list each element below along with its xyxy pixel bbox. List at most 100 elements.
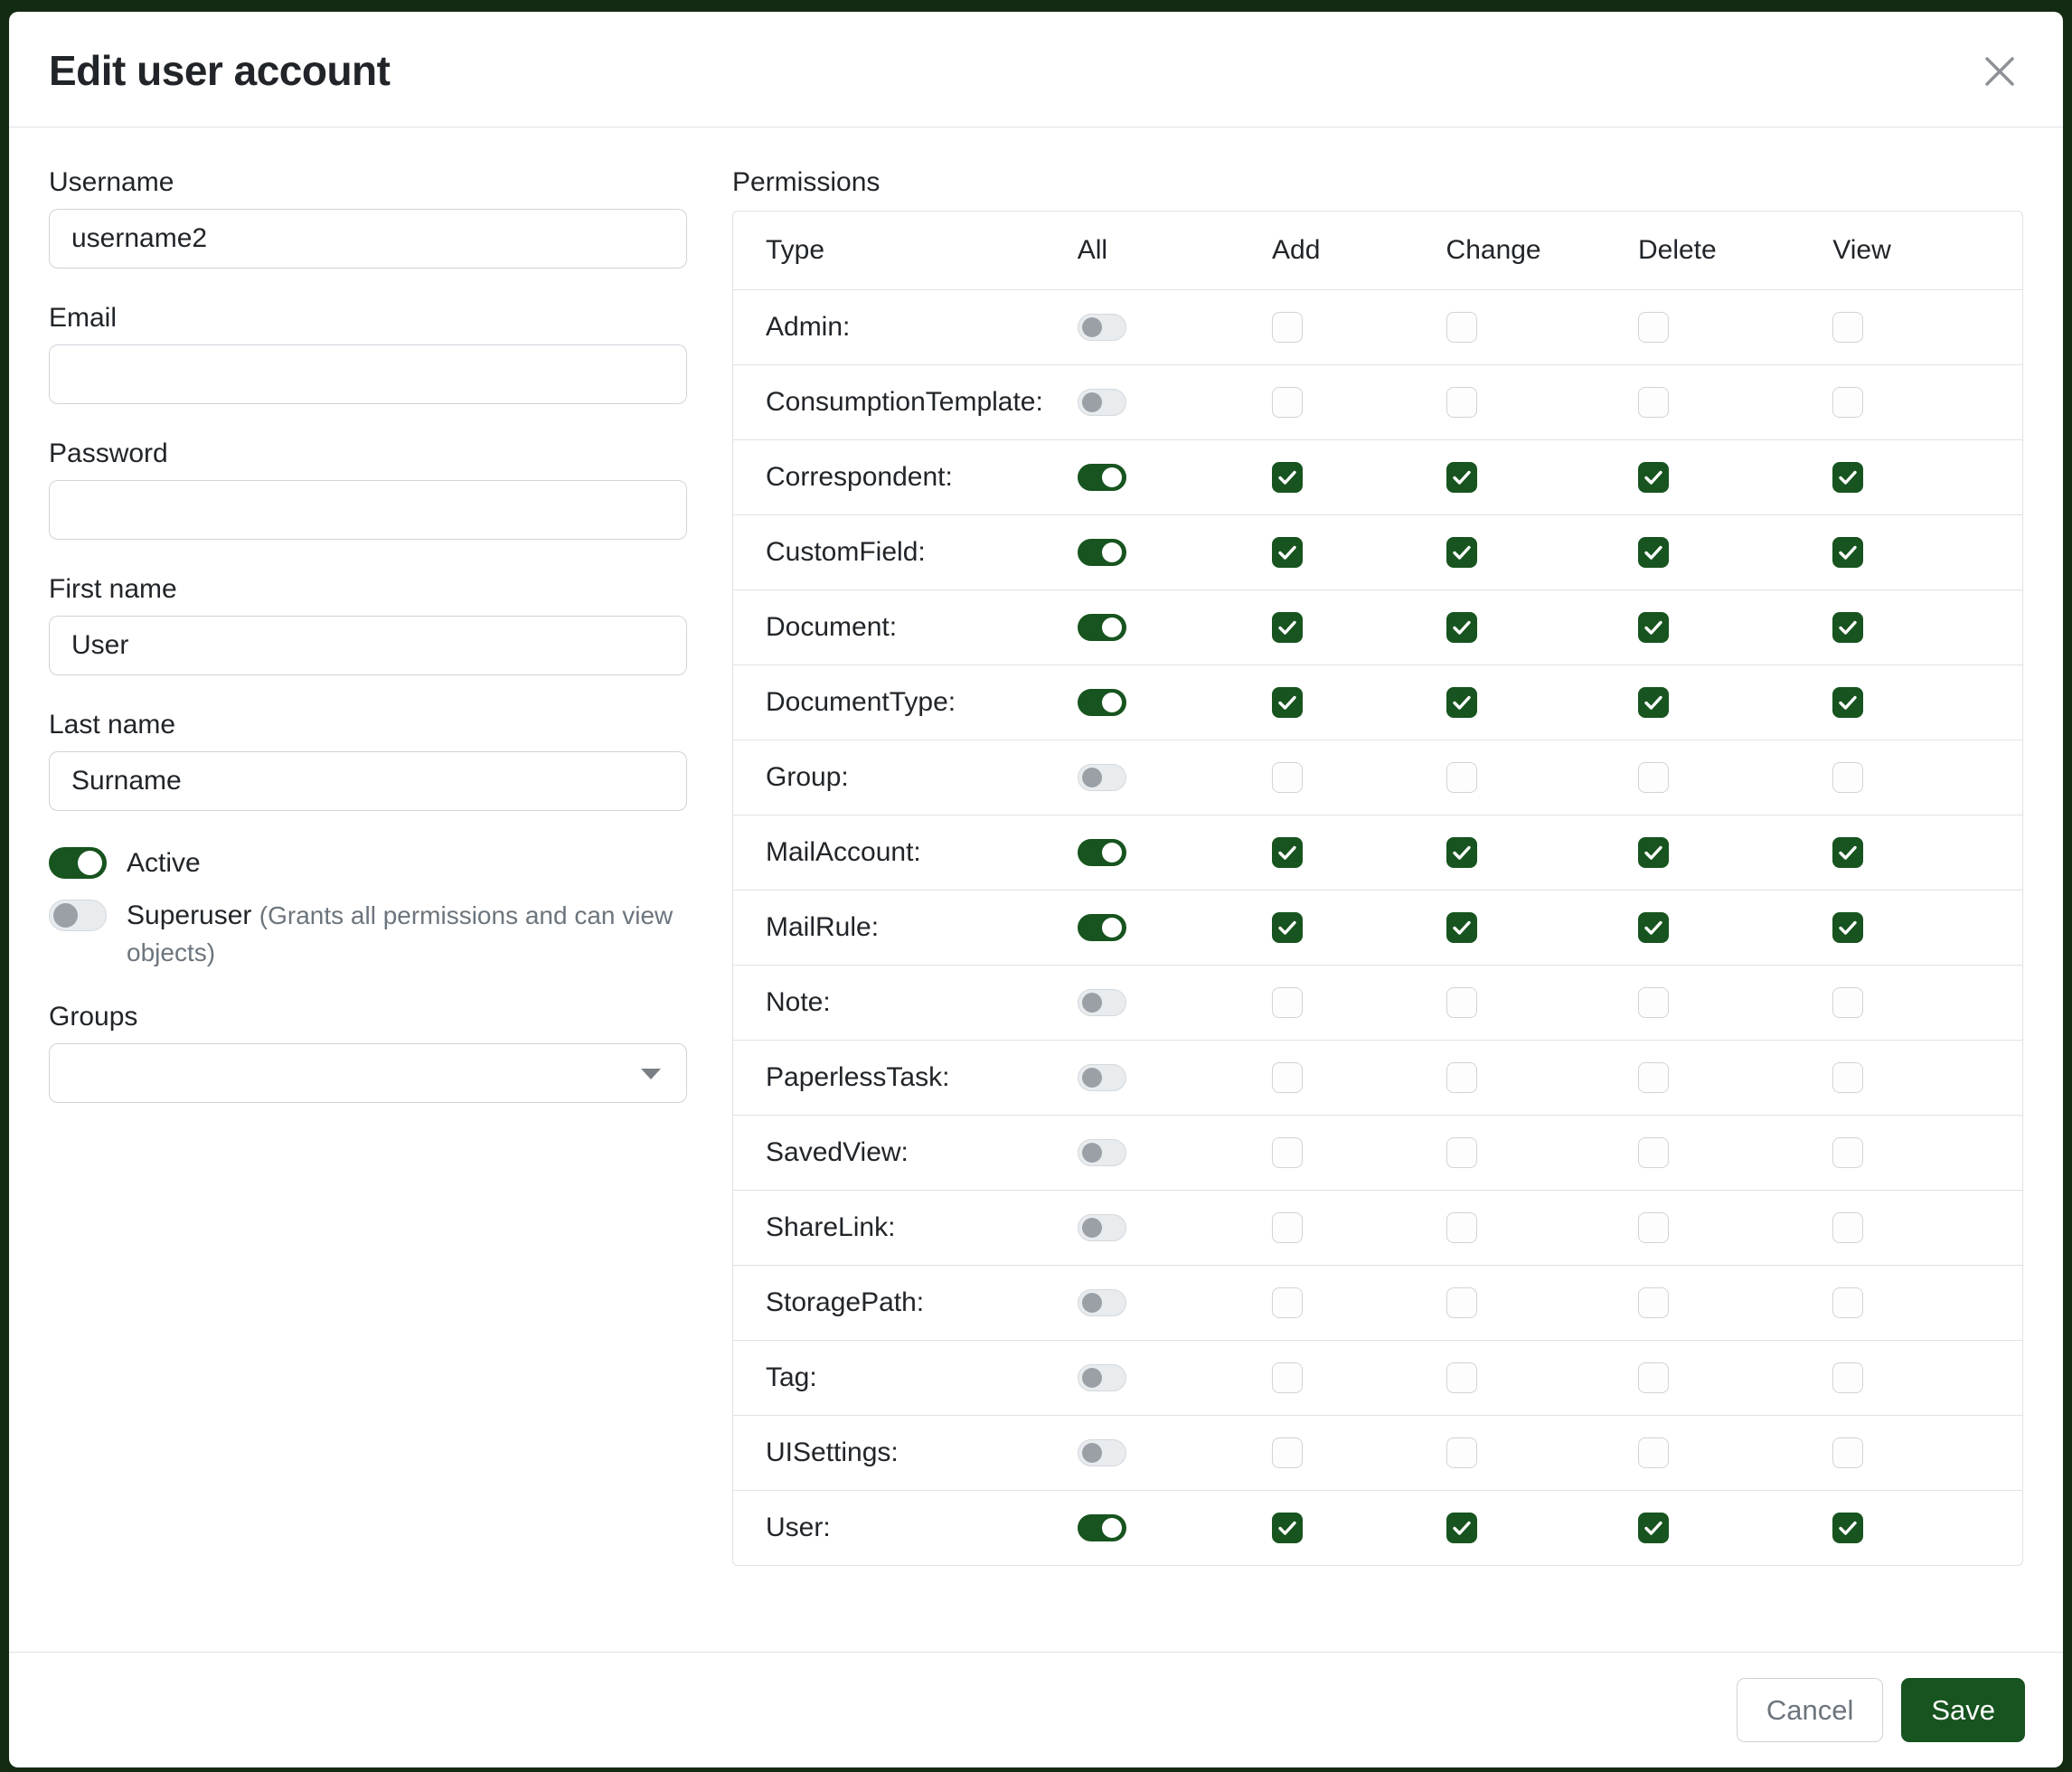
password-input[interactable]	[49, 480, 687, 540]
permission-change-checkbox[interactable]	[1446, 1287, 1477, 1318]
permission-view-checkbox[interactable]	[1832, 612, 1863, 643]
superuser-toggle[interactable]	[49, 900, 107, 931]
permission-delete-checkbox[interactable]	[1638, 1513, 1669, 1543]
permission-change-checkbox[interactable]	[1446, 1137, 1477, 1168]
permission-delete-checkbox[interactable]	[1638, 987, 1669, 1018]
permission-add-checkbox[interactable]	[1272, 1212, 1303, 1243]
permission-all-toggle[interactable]	[1078, 314, 1126, 341]
permission-delete-checkbox[interactable]	[1638, 1287, 1669, 1318]
permission-add-checkbox[interactable]	[1272, 1513, 1303, 1543]
permission-view-checkbox[interactable]	[1832, 462, 1863, 493]
permission-change-checkbox[interactable]	[1446, 462, 1477, 493]
permission-all-toggle[interactable]	[1078, 1439, 1126, 1466]
permission-view-checkbox[interactable]	[1832, 1137, 1863, 1168]
permission-change-checkbox[interactable]	[1446, 762, 1477, 793]
permission-add-checkbox[interactable]	[1272, 837, 1303, 868]
permission-view-checkbox[interactable]	[1832, 1212, 1863, 1243]
permission-delete-checkbox[interactable]	[1638, 1062, 1669, 1093]
permission-add-checkbox[interactable]	[1272, 387, 1303, 418]
permission-change-checkbox[interactable]	[1446, 1062, 1477, 1093]
permission-delete-checkbox[interactable]	[1638, 462, 1669, 493]
permission-all-toggle[interactable]	[1078, 614, 1126, 641]
permission-view-checkbox[interactable]	[1832, 312, 1863, 343]
permission-change-checkbox[interactable]	[1446, 387, 1477, 418]
permission-all-toggle[interactable]	[1078, 1289, 1126, 1316]
permission-change-checkbox[interactable]	[1446, 1437, 1477, 1468]
permission-all-toggle-knob	[1102, 542, 1122, 562]
permission-delete-checkbox[interactable]	[1638, 762, 1669, 793]
permission-delete-checkbox[interactable]	[1638, 612, 1669, 643]
save-button[interactable]: Save	[1901, 1678, 2025, 1742]
permission-delete-checkbox[interactable]	[1638, 1212, 1669, 1243]
permission-all-toggle[interactable]	[1078, 1214, 1126, 1241]
permission-delete-checkbox[interactable]	[1638, 1362, 1669, 1393]
permission-change-checkbox[interactable]	[1446, 1362, 1477, 1393]
permission-change-checkbox[interactable]	[1446, 612, 1477, 643]
permission-add-checkbox[interactable]	[1272, 912, 1303, 943]
permission-add-checkbox[interactable]	[1272, 687, 1303, 718]
permission-add-checkbox[interactable]	[1272, 312, 1303, 343]
permission-add-checkbox[interactable]	[1272, 1362, 1303, 1393]
permission-add-checkbox[interactable]	[1272, 537, 1303, 568]
permission-all-toggle[interactable]	[1078, 914, 1126, 941]
permission-change-checkbox[interactable]	[1446, 537, 1477, 568]
permission-view-checkbox[interactable]	[1832, 1287, 1863, 1318]
permission-add-checkbox[interactable]	[1272, 462, 1303, 493]
permission-change-checkbox[interactable]	[1446, 312, 1477, 343]
permission-all-toggle[interactable]	[1078, 389, 1126, 416]
permission-add-checkbox[interactable]	[1272, 987, 1303, 1018]
permission-delete-checkbox[interactable]	[1638, 687, 1669, 718]
permission-view-checkbox[interactable]	[1832, 1437, 1863, 1468]
permission-change-checkbox[interactable]	[1446, 987, 1477, 1018]
permission-view-checkbox[interactable]	[1832, 387, 1863, 418]
permission-view-checkbox[interactable]	[1832, 1362, 1863, 1393]
active-toggle[interactable]	[49, 847, 107, 879]
permission-delete-checkbox[interactable]	[1638, 837, 1669, 868]
permission-all-toggle[interactable]	[1078, 1064, 1126, 1091]
permission-view-checkbox[interactable]	[1832, 762, 1863, 793]
username-input[interactable]	[49, 209, 687, 269]
last-name-input[interactable]	[49, 751, 687, 811]
permission-view-checkbox[interactable]	[1832, 912, 1863, 943]
permission-view-checkbox[interactable]	[1832, 687, 1863, 718]
permission-all-toggle[interactable]	[1078, 689, 1126, 716]
close-button[interactable]	[1974, 46, 2025, 97]
permission-add-checkbox[interactable]	[1272, 1137, 1303, 1168]
permission-all-toggle[interactable]	[1078, 1364, 1126, 1391]
column-header-add: Add	[1272, 212, 1446, 290]
permission-delete-checkbox[interactable]	[1638, 312, 1669, 343]
permission-add-checkbox[interactable]	[1272, 1437, 1303, 1468]
permission-change-checkbox[interactable]	[1446, 687, 1477, 718]
permission-add-checkbox[interactable]	[1272, 1287, 1303, 1318]
email-input[interactable]	[49, 344, 687, 404]
first-name-input[interactable]	[49, 616, 687, 675]
permission-delete-checkbox[interactable]	[1638, 1137, 1669, 1168]
permission-delete-checkbox[interactable]	[1638, 537, 1669, 568]
permission-change-checkbox[interactable]	[1446, 912, 1477, 943]
groups-select[interactable]	[49, 1043, 687, 1103]
permission-change-checkbox[interactable]	[1446, 1513, 1477, 1543]
cancel-button[interactable]: Cancel	[1737, 1678, 1884, 1742]
permission-all-toggle[interactable]	[1078, 1139, 1126, 1166]
permission-all-toggle-knob	[1102, 617, 1122, 637]
permission-delete-checkbox[interactable]	[1638, 912, 1669, 943]
permission-view-checkbox[interactable]	[1832, 1062, 1863, 1093]
permission-view-checkbox[interactable]	[1832, 537, 1863, 568]
permission-all-toggle[interactable]	[1078, 839, 1126, 866]
permission-delete-checkbox[interactable]	[1638, 1437, 1669, 1468]
permission-change-checkbox[interactable]	[1446, 837, 1477, 868]
permission-view-checkbox[interactable]	[1832, 1513, 1863, 1543]
check-icon	[1643, 542, 1664, 563]
permission-change-checkbox[interactable]	[1446, 1212, 1477, 1243]
permission-all-toggle[interactable]	[1078, 764, 1126, 791]
permission-view-checkbox[interactable]	[1832, 837, 1863, 868]
permission-add-checkbox[interactable]	[1272, 1062, 1303, 1093]
permission-add-checkbox[interactable]	[1272, 612, 1303, 643]
permission-all-toggle[interactable]	[1078, 464, 1126, 491]
permission-all-toggle[interactable]	[1078, 539, 1126, 566]
permission-delete-checkbox[interactable]	[1638, 387, 1669, 418]
permission-all-toggle[interactable]	[1078, 1514, 1126, 1541]
permission-all-toggle[interactable]	[1078, 989, 1126, 1016]
permission-add-checkbox[interactable]	[1272, 762, 1303, 793]
permission-view-checkbox[interactable]	[1832, 987, 1863, 1018]
